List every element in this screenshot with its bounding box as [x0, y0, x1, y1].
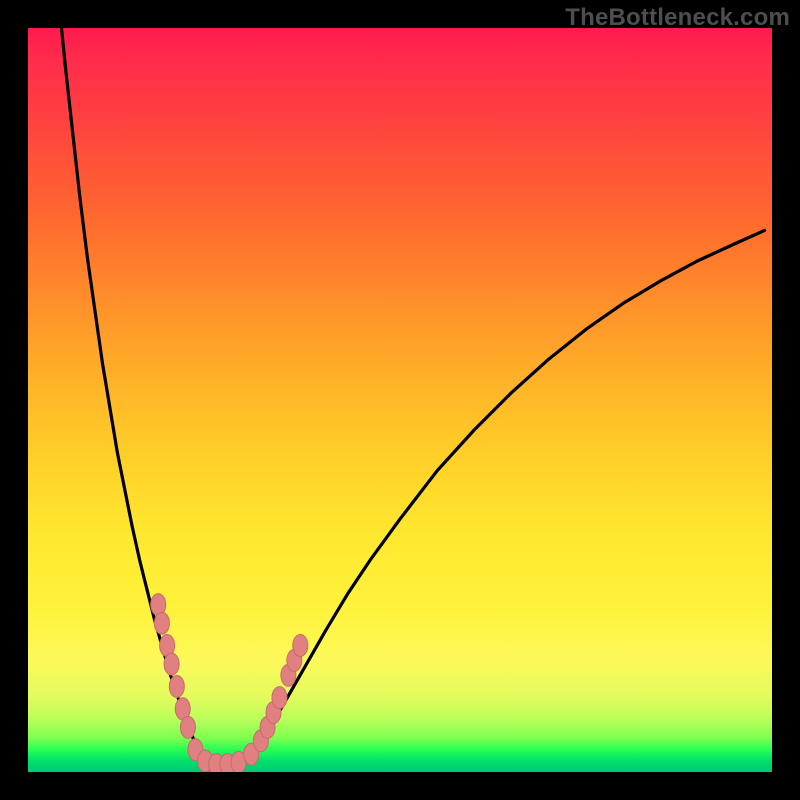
watermark-text: TheBottleneck.com: [565, 4, 790, 32]
highlighted-dots: [151, 594, 308, 772]
dot-marker: [169, 675, 184, 697]
dot-marker: [272, 687, 287, 709]
dot-marker: [180, 716, 195, 738]
chart-frame: TheBottleneck.com: [0, 0, 800, 800]
chart-overlay-svg: [28, 28, 772, 772]
dot-marker: [164, 653, 179, 675]
dot-marker: [293, 635, 308, 657]
dot-marker: [154, 612, 169, 634]
plot-area: [28, 28, 772, 772]
